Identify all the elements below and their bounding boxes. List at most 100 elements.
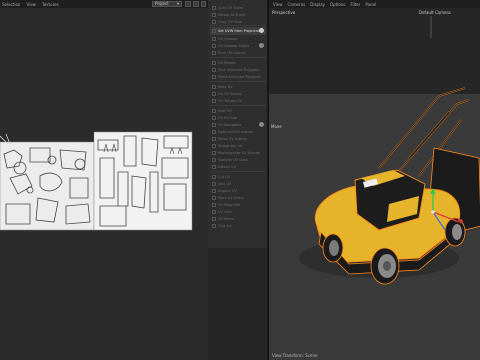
tool-label: Move — [271, 124, 282, 129]
menu-item-icon — [212, 20, 216, 24]
chevron-down-icon: ▾ — [176, 1, 179, 6]
uv-editor-panel[interactable]: Selection View Textures Project ▾ — [0, 0, 208, 360]
menu-item-set-uvw-from-projection[interactable]: Set UVW from Projection — [210, 27, 266, 35]
uv-canvas[interactable] — [0, 8, 208, 360]
menu-item-label: Weld UV — [218, 85, 233, 89]
menu-item-icon — [212, 182, 216, 186]
menu-separator — [210, 57, 266, 58]
menu-item-icon — [212, 85, 216, 89]
viewport-menubar: View Cameras Display Options Filter Pane… — [269, 0, 480, 8]
menu-view[interactable]: View — [273, 2, 283, 7]
menu-item-icon — [212, 189, 216, 193]
uv-checker-icon[interactable] — [193, 1, 199, 7]
menu-item-uv-terrain[interactable]: UV Terrain UV — [210, 97, 266, 105]
menu-item-icon — [212, 165, 216, 169]
menu-item-icon — [212, 29, 216, 33]
menu-separator — [210, 171, 266, 172]
viewport-3d[interactable]: View Cameras Display Options Filter Pane… — [268, 0, 480, 360]
menu-item-icon — [212, 217, 216, 221]
gear-icon — [259, 43, 264, 48]
menu-item-label: UV Unwrap — [218, 37, 238, 41]
menu-item-label: Rotate to Stripe — [218, 13, 246, 17]
menu-item-label: UV Magnifier — [218, 203, 241, 207]
menu-item-icon — [212, 158, 216, 162]
menu-item-icon — [212, 123, 216, 127]
menu-item-label: Straighten UV — [218, 144, 243, 148]
gear-icon — [259, 28, 264, 33]
gear-icon — [259, 122, 264, 127]
menu-filter[interactable]: Filter — [350, 2, 360, 7]
menu-item-icon — [212, 99, 216, 103]
menu-separator — [210, 81, 266, 82]
menu-item-label: Inspect UV — [218, 189, 237, 193]
uv-grid-icon[interactable] — [185, 1, 191, 7]
menu-item-distort-uv[interactable]: Distort UV — [210, 163, 266, 171]
menu-item-icon — [212, 13, 216, 17]
menu-item-icon — [212, 144, 216, 148]
menu-item-icon — [212, 116, 216, 120]
menu-item-label: UV Grid — [218, 210, 232, 214]
menu-item-icon — [212, 68, 216, 72]
uv-settings-icon[interactable] — [201, 1, 206, 7]
snap-dropdown[interactable]: Project ▾ — [152, 1, 182, 7]
menu-item-label: UV Terrain UV — [218, 99, 242, 103]
menu-item-label: UV Navigator — [218, 123, 242, 127]
menu-item-icon — [212, 61, 216, 65]
menu-selection[interactable]: Selection — [2, 2, 20, 7]
view-transform-label: View Transform: Scene — [272, 353, 318, 358]
menu-item-pack-uv-islands[interactable]: Pack UV Islands — [210, 49, 266, 57]
menu-display[interactable]: Display — [310, 2, 325, 7]
menu-item-label: Pack Selected Polygons — [218, 68, 260, 72]
menu-item-label: Rectangulize UV Islands — [218, 151, 260, 155]
menu-view[interactable]: View — [26, 2, 36, 7]
menu-item-label: Optimize UV Islands — [218, 130, 254, 134]
wheel-front-right — [322, 233, 344, 263]
menu-textures[interactable]: Textures — [42, 2, 59, 7]
menu-item-label: Sew UV — [218, 182, 232, 186]
menu-item-icon — [212, 44, 216, 48]
uv-tile-secondary — [93, 131, 193, 231]
menu-item-icon — [212, 224, 216, 228]
menu-item-icon — [212, 210, 216, 214]
menu-item-icon — [212, 137, 216, 141]
menu-item-label: Pack UV Islands — [218, 51, 246, 55]
snap-dropdown-value: Project — [155, 1, 169, 6]
menu-separator — [210, 105, 266, 106]
menu-item-label: Split UV — [218, 109, 232, 113]
menu-item-label: Transfer UV Data — [218, 158, 248, 162]
menu-item-label: Fill UV Gap — [218, 116, 237, 120]
menu-item-icon — [212, 75, 216, 79]
menu-item-icon — [212, 196, 216, 200]
menu-item-label: Set UVW from Projection — [218, 29, 261, 33]
uv-tools-menu: Auto UV Slicer Rotate to Stripe Copy UV … — [208, 0, 268, 248]
menu-item-label: Fix UV Seams — [218, 92, 242, 96]
menu-item-label: Cut UV — [218, 175, 231, 179]
menu-cameras[interactable]: Cameras — [288, 2, 306, 7]
menu-item-icon — [212, 203, 216, 207]
wheel-rear — [444, 217, 466, 247]
menu-item-label: Grid Inc — [218, 224, 232, 228]
menu-item-icon — [212, 109, 216, 113]
menu-item-label: UV Seam — [218, 217, 234, 221]
menu-item-label: Mark UV Seam — [218, 196, 244, 200]
menu-item-icon — [212, 37, 216, 41]
menu-item-icon — [212, 151, 216, 155]
menu-item-stack-selected-polygons[interactable]: Stack Selected Polygons — [210, 73, 266, 81]
menu-panel[interactable]: Panel — [365, 2, 376, 7]
uv-tile-main — [0, 133, 95, 231]
menu-options[interactable]: Options — [330, 2, 345, 7]
menu-item-grid-inc[interactable]: Grid Inc — [210, 222, 266, 230]
menu-item-label: Auto UV Slicer — [218, 6, 243, 10]
menu-item-label: Stack Selected Polygons — [218, 75, 261, 79]
wheel-front-left — [370, 247, 400, 285]
menu-item-label: Distort UV — [218, 165, 236, 169]
menu-item-label: Relax UV Islands — [218, 137, 248, 141]
menu-item-icon — [212, 175, 216, 179]
menu-item-label: Copy UV Slice — [218, 20, 243, 24]
menu-item-icon — [212, 6, 216, 10]
menu-item-icon — [212, 130, 216, 134]
camera-label: Default Camera — [419, 10, 451, 15]
viewport-scene[interactable] — [269, 8, 480, 360]
menu-item-icon — [212, 51, 216, 55]
menu-item-icon — [212, 92, 216, 96]
